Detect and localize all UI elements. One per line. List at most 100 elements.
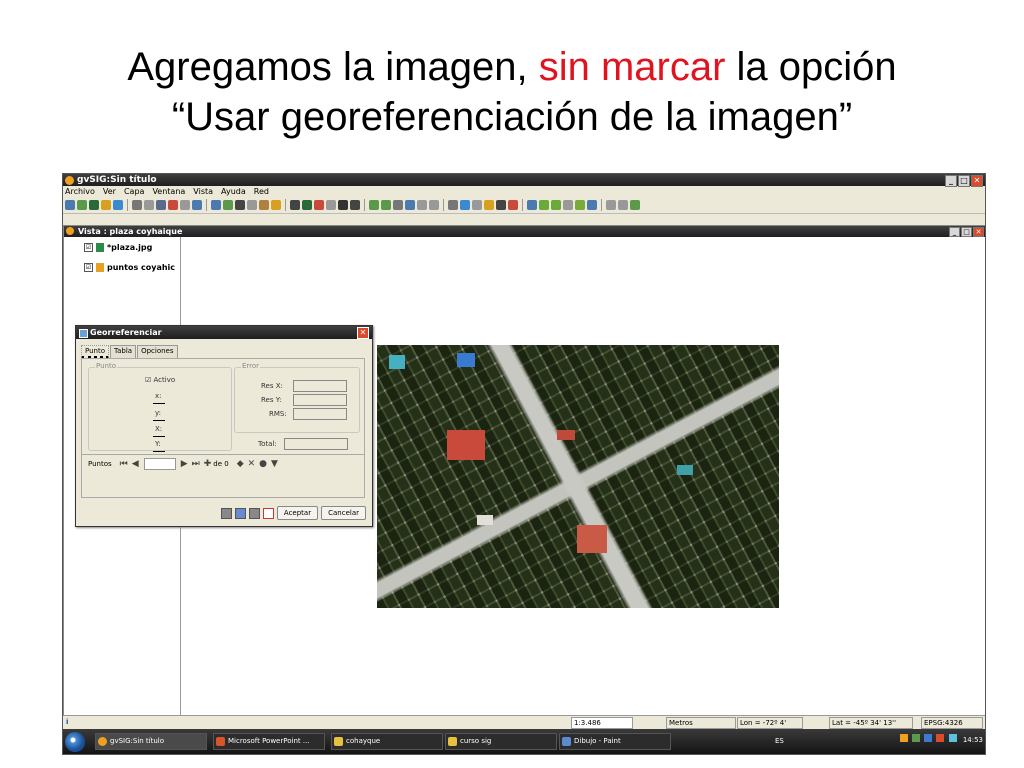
layer-checkbox[interactable]: ☑ <box>84 263 93 272</box>
toolbar-tool-icon[interactable] <box>496 200 506 210</box>
toolbar-tool-icon[interactable] <box>618 200 628 210</box>
last-point-icon[interactable]: ⏭ <box>192 459 200 469</box>
tray-icon[interactable] <box>936 734 945 742</box>
menu-archivo[interactable]: Archivo <box>65 186 95 197</box>
toolbar-tool-icon[interactable] <box>338 200 348 210</box>
scale-field[interactable]: 1:3.486 <box>571 717 633 729</box>
toolbar-tool-icon[interactable] <box>381 200 391 210</box>
toolbar-tool-icon[interactable] <box>168 200 178 210</box>
toolbar-tool-icon[interactable] <box>484 200 494 210</box>
toolbar-tool-icon[interactable] <box>429 200 439 210</box>
erase-icon[interactable]: ◆ <box>237 459 244 469</box>
dropdown-icon[interactable]: ▼ <box>271 459 278 469</box>
view-minimize-button[interactable]: _ <box>949 227 960 237</box>
toolbar-tool-icon[interactable] <box>606 200 616 210</box>
first-point-icon[interactable]: ⏮ <box>120 459 128 469</box>
tray-icon[interactable] <box>948 734 957 742</box>
toolbar-tool-icon[interactable] <box>235 200 245 210</box>
toolbar-tool-icon[interactable] <box>393 200 403 210</box>
menu-ventana[interactable]: Ventana <box>152 186 185 197</box>
table-icon[interactable] <box>234 507 246 519</box>
toolbar-tool-icon[interactable] <box>508 200 518 210</box>
load-icon[interactable] <box>248 507 260 519</box>
task-paint[interactable]: Dibujo - Paint <box>559 733 671 750</box>
toolbar-tool-icon[interactable] <box>630 200 640 210</box>
toolbar-tool-icon[interactable] <box>472 200 482 210</box>
toolbar-tool-icon[interactable] <box>551 200 561 210</box>
menu-capa[interactable]: Capa <box>124 186 144 197</box>
csv-icon[interactable] <box>262 507 274 519</box>
X-input[interactable] <box>153 427 165 437</box>
delete-point-icon[interactable]: ✕ <box>248 459 256 469</box>
activo-checkbox[interactable]: ☑ Activo <box>145 376 175 384</box>
language-indicator[interactable]: ES <box>775 737 784 745</box>
toolbar-tool-icon[interactable] <box>369 200 379 210</box>
prev-point-icon[interactable]: ◀ <box>132 459 139 469</box>
task-cohayque[interactable]: cohayque <box>331 733 443 750</box>
task-gvsig[interactable]: gvSIG:Sin título <box>95 733 207 750</box>
y-input[interactable] <box>153 411 165 421</box>
toolbar-tool-icon[interactable] <box>314 200 324 210</box>
toolbar-tool-icon[interactable] <box>460 200 470 210</box>
maximize-button[interactable]: □ <box>958 175 970 187</box>
cancel-button[interactable]: Cancelar <box>321 506 366 520</box>
toolbar-tool-icon[interactable] <box>417 200 427 210</box>
menu-ayuda[interactable]: Ayuda <box>221 186 246 197</box>
toolbar-tool-icon[interactable] <box>271 200 281 210</box>
toolbar-tool-icon[interactable] <box>180 200 190 210</box>
toolbar-tool-icon[interactable] <box>247 200 257 210</box>
new-point-icon[interactable]: ✚ <box>204 459 212 469</box>
clear-all-icon[interactable]: ● <box>259 459 267 469</box>
toolbar-tool-icon[interactable] <box>132 200 142 210</box>
toolbar-tool-icon[interactable] <box>587 200 597 210</box>
toolbar-tool-icon[interactable] <box>223 200 233 210</box>
close-button[interactable]: ✕ <box>971 175 983 187</box>
toolbar-tool-icon[interactable] <box>144 200 154 210</box>
tab-opciones[interactable]: Opciones <box>137 345 178 359</box>
save-icon[interactable] <box>220 507 232 519</box>
toolbar-tool-icon[interactable] <box>211 200 221 210</box>
toolbar-tool-icon[interactable] <box>350 200 360 210</box>
menu-vista[interactable]: Vista <box>193 186 213 197</box>
point-number-input[interactable] <box>143 458 176 470</box>
toolbar-tool-icon[interactable] <box>405 200 415 210</box>
toolbar-tool-icon[interactable] <box>563 200 573 210</box>
Y-input[interactable] <box>153 442 165 452</box>
toolbar-tool-icon[interactable] <box>302 200 312 210</box>
toolbar-tool-icon[interactable] <box>89 200 99 210</box>
accept-button[interactable]: Aceptar <box>276 506 319 520</box>
menu-ver[interactable]: Ver <box>103 186 116 197</box>
toolbar-tool-icon[interactable] <box>113 200 123 210</box>
view-maximize-button[interactable]: □ <box>961 227 972 237</box>
toolbar-tool-icon[interactable] <box>539 200 549 210</box>
task-powerpoint[interactable]: Microsoft PowerPoint ... <box>213 733 325 750</box>
toolbar-tool-icon[interactable] <box>326 200 336 210</box>
toolbar-tool-icon[interactable] <box>101 200 111 210</box>
toolbar-tool-icon[interactable] <box>448 200 458 210</box>
menu-red[interactable]: Red <box>254 186 269 197</box>
aerial-image[interactable] <box>377 345 779 608</box>
toolbar-tool-icon[interactable] <box>259 200 269 210</box>
minimize-button[interactable]: _ <box>945 175 957 187</box>
start-button[interactable] <box>65 732 85 752</box>
toolbar-tool-icon[interactable] <box>77 200 87 210</box>
task-curso-sig[interactable]: curso sig <box>445 733 557 750</box>
dialog-close-button[interactable]: ✕ <box>357 327 369 339</box>
layer-item-puntos[interactable]: ☑ puntos coyahic <box>84 263 175 272</box>
tray-icon[interactable] <box>924 734 933 742</box>
layer-checkbox[interactable]: ☑ <box>84 243 93 252</box>
tray-icon[interactable] <box>911 734 920 742</box>
layer-item-plaza[interactable]: ☑ *plaza.jpg <box>84 243 152 252</box>
view-close-button[interactable]: ✕ <box>973 227 984 237</box>
next-point-icon[interactable]: ▶ <box>181 459 188 469</box>
toolbar-tool-icon[interactable] <box>575 200 585 210</box>
toolbar-tool-icon[interactable] <box>65 200 75 210</box>
tray-icon[interactable] <box>899 734 908 742</box>
toolbar-tool-icon[interactable] <box>156 200 166 210</box>
tab-tabla[interactable]: Tabla <box>110 345 137 359</box>
toolbar-tool-icon[interactable] <box>290 200 300 210</box>
x-input[interactable] <box>153 394 165 404</box>
toolbar-tool-icon[interactable] <box>527 200 537 210</box>
toolbar-tool-icon[interactable] <box>192 200 202 210</box>
tab-punto[interactable]: Punto <box>81 345 109 359</box>
